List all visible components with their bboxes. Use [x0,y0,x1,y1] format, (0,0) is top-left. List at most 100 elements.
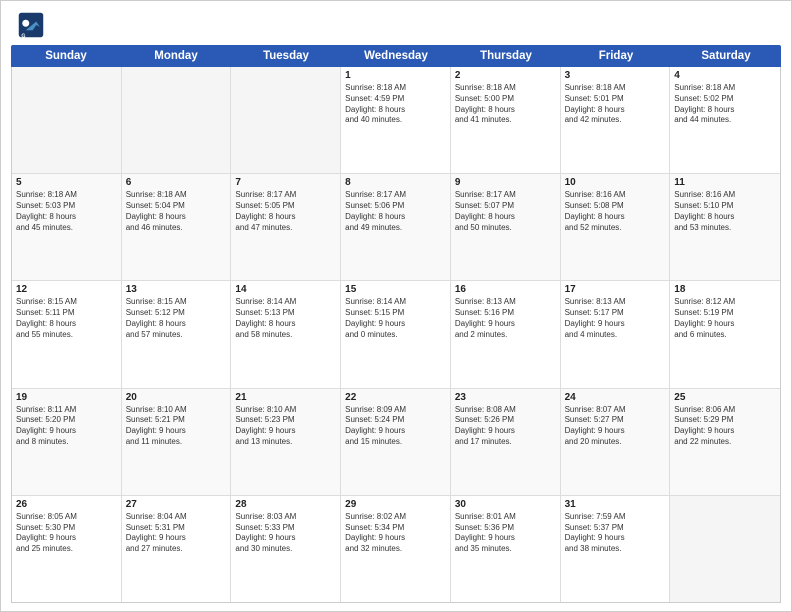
calendar-page: G SundayMondayTuesdayWednesdayThursdayFr… [0,0,792,612]
calendar-cell: 5 Sunrise: 8:18 AM Sunset: 5:03 PM Daylig… [12,174,122,280]
svg-text:G: G [21,33,25,39]
weekday-header: Thursday [451,45,561,67]
calendar-cell: 16Sunrise: 8:13 AM Sunset: 5:16 PM Dayli… [451,281,561,387]
day-number: 5 [16,177,117,188]
logo: G [17,11,49,39]
calendar-cell: 20 Sunrise: 8:10 AM Sunset: 5:21 PM Dayli… [122,389,232,495]
calendar-cell: 22Sunrise: 8:09 AM Sunset: 5:24 PM Dayli… [341,389,451,495]
day-number: 12 [16,284,117,295]
cell-info: Sunrise: 8:18 AM Sunset: 5:04 PM Dayligh… [126,190,227,233]
weekday-header: Saturday [671,45,781,67]
calendar-cell: 21 Sunrise: 8:10 AM Sunset: 5:23 PM Dayli… [231,389,341,495]
calendar-row: 26 Sunrise: 8:05 AM Sunset: 5:30 PM Dayli… [12,496,780,602]
cell-info: Sunrise: 8:18 AM Sunset: 4:59 PM Dayligh… [345,83,446,126]
day-number: 2 [455,70,556,81]
cell-info: Sunrise: 8:14 AM Sunset: 5:15 PM Dayligh… [345,297,446,340]
day-number: 23 [455,392,556,403]
cell-info: Sunrise: 8:16 AM Sunset: 5:10 PM Dayligh… [674,190,776,233]
cell-info: Sunrise: 7:59 AM Sunset: 5:37 PM Dayligh… [565,512,666,555]
calendar-cell: 14 Sunrise: 8:14 AM Sunset: 5:13 PM Dayli… [231,281,341,387]
day-number: 14 [235,284,336,295]
day-number: 25 [674,392,776,403]
calendar-body: 1 Sunrise: 8:18 AM Sunset: 4:59 PM Daylig… [11,67,781,603]
weekday-header: Friday [561,45,671,67]
day-number: 15 [345,284,446,295]
day-number: 1 [345,70,446,81]
weekday-header: Wednesday [341,45,451,67]
day-number: 26 [16,499,117,510]
day-number: 7 [235,177,336,188]
day-number: 28 [235,499,336,510]
calendar-row: 19Sunrise: 8:11 AM Sunset: 5:20 PM Dayli… [12,389,780,496]
empty-cell [231,67,341,173]
day-number: 11 [674,177,776,188]
calendar-row: 5 Sunrise: 8:18 AM Sunset: 5:03 PM Daylig… [12,174,780,281]
calendar-cell: 8 Sunrise: 8:17 AM Sunset: 5:06 PM Daylig… [341,174,451,280]
calendar-cell: 17Sunrise: 8:13 AM Sunset: 5:17 PM Dayli… [561,281,671,387]
cell-info: Sunrise: 8:05 AM Sunset: 5:30 PM Dayligh… [16,512,117,555]
calendar-cell: 23 Sunrise: 8:08 AM Sunset: 5:26 PM Dayli… [451,389,561,495]
calendar-cell: 28 Sunrise: 8:03 AM Sunset: 5:33 PM Dayli… [231,496,341,602]
calendar-row: 1 Sunrise: 8:18 AM Sunset: 4:59 PM Daylig… [12,67,780,174]
day-number: 29 [345,499,446,510]
day-number: 17 [565,284,666,295]
calendar-cell: 15 Sunrise: 8:14 AM Sunset: 5:15 PM Dayli… [341,281,451,387]
calendar-cell: 7 Sunrise: 8:17 AM Sunset: 5:05 PM Daylig… [231,174,341,280]
day-number: 22 [345,392,446,403]
cell-info: Sunrise: 8:10 AM Sunset: 5:21 PM Dayligh… [126,405,227,448]
cell-info: Sunrise: 8:03 AM Sunset: 5:33 PM Dayligh… [235,512,336,555]
cell-info: Sunrise: 8:10 AM Sunset: 5:23 PM Dayligh… [235,405,336,448]
calendar-cell: 4Sunrise: 8:18 AM Sunset: 5:02 PM Daylig… [670,67,780,173]
weekday-header: Monday [121,45,231,67]
calendar: SundayMondayTuesdayWednesdayThursdayFrid… [1,45,791,611]
calendar-cell: 27Sunrise: 8:04 AM Sunset: 5:31 PM Dayli… [122,496,232,602]
day-number: 6 [126,177,227,188]
day-number: 8 [345,177,446,188]
calendar-cell: 6 Sunrise: 8:18 AM Sunset: 5:04 PM Daylig… [122,174,232,280]
calendar-cell: 2 Sunrise: 8:18 AM Sunset: 5:00 PM Daylig… [451,67,561,173]
day-number: 21 [235,392,336,403]
day-number: 16 [455,284,556,295]
cell-info: Sunrise: 8:14 AM Sunset: 5:13 PM Dayligh… [235,297,336,340]
day-number: 10 [565,177,666,188]
day-number: 24 [565,392,666,403]
calendar-cell: 9Sunrise: 8:17 AM Sunset: 5:07 PM Daylig… [451,174,561,280]
empty-cell [670,496,780,602]
empty-cell [122,67,232,173]
calendar-cell: 18 Sunrise: 8:12 AM Sunset: 5:19 PM Dayli… [670,281,780,387]
calendar-cell: 30 Sunrise: 8:01 AM Sunset: 5:36 PM Dayli… [451,496,561,602]
cell-info: Sunrise: 8:04 AM Sunset: 5:31 PM Dayligh… [126,512,227,555]
cell-info: Sunrise: 8:18 AM Sunset: 5:00 PM Dayligh… [455,83,556,126]
calendar-cell: 25 Sunrise: 8:06 AM Sunset: 5:29 PM Dayli… [670,389,780,495]
day-number: 30 [455,499,556,510]
calendar-cell: 24 Sunrise: 8:07 AM Sunset: 5:27 PM Dayli… [561,389,671,495]
cell-info: Sunrise: 8:17 AM Sunset: 5:07 PM Dayligh… [455,190,556,233]
cell-info: Sunrise: 8:01 AM Sunset: 5:36 PM Dayligh… [455,512,556,555]
day-number: 13 [126,284,227,295]
calendar-row: 12 Sunrise: 8:15 AM Sunset: 5:11 PM Dayli… [12,281,780,388]
cell-info: Sunrise: 8:12 AM Sunset: 5:19 PM Dayligh… [674,297,776,340]
cell-info: Sunrise: 8:06 AM Sunset: 5:29 PM Dayligh… [674,405,776,448]
cell-info: Sunrise: 8:07 AM Sunset: 5:27 PM Dayligh… [565,405,666,448]
calendar-cell: 11 Sunrise: 8:16 AM Sunset: 5:10 PM Dayli… [670,174,780,280]
calendar-cell: 3Sunrise: 8:18 AM Sunset: 5:01 PM Daylig… [561,67,671,173]
cell-info: Sunrise: 8:18 AM Sunset: 5:01 PM Dayligh… [565,83,666,126]
empty-cell [12,67,122,173]
calendar-header: SundayMondayTuesdayWednesdayThursdayFrid… [11,45,781,67]
cell-info: Sunrise: 8:17 AM Sunset: 5:05 PM Dayligh… [235,190,336,233]
header: G [1,1,791,45]
logo-icon: G [17,11,45,39]
calendar-cell: 12 Sunrise: 8:15 AM Sunset: 5:11 PM Dayli… [12,281,122,387]
cell-info: Sunrise: 8:18 AM Sunset: 5:03 PM Dayligh… [16,190,117,233]
cell-info: Sunrise: 8:08 AM Sunset: 5:26 PM Dayligh… [455,405,556,448]
day-number: 4 [674,70,776,81]
cell-info: Sunrise: 8:15 AM Sunset: 5:11 PM Dayligh… [16,297,117,340]
calendar-cell: 13Sunrise: 8:15 AM Sunset: 5:12 PM Dayli… [122,281,232,387]
weekday-header: Tuesday [231,45,341,67]
calendar-cell: 19Sunrise: 8:11 AM Sunset: 5:20 PM Dayli… [12,389,122,495]
cell-info: Sunrise: 8:17 AM Sunset: 5:06 PM Dayligh… [345,190,446,233]
calendar-cell: 1 Sunrise: 8:18 AM Sunset: 4:59 PM Daylig… [341,67,451,173]
day-number: 20 [126,392,227,403]
cell-info: Sunrise: 8:16 AM Sunset: 5:08 PM Dayligh… [565,190,666,233]
day-number: 18 [674,284,776,295]
